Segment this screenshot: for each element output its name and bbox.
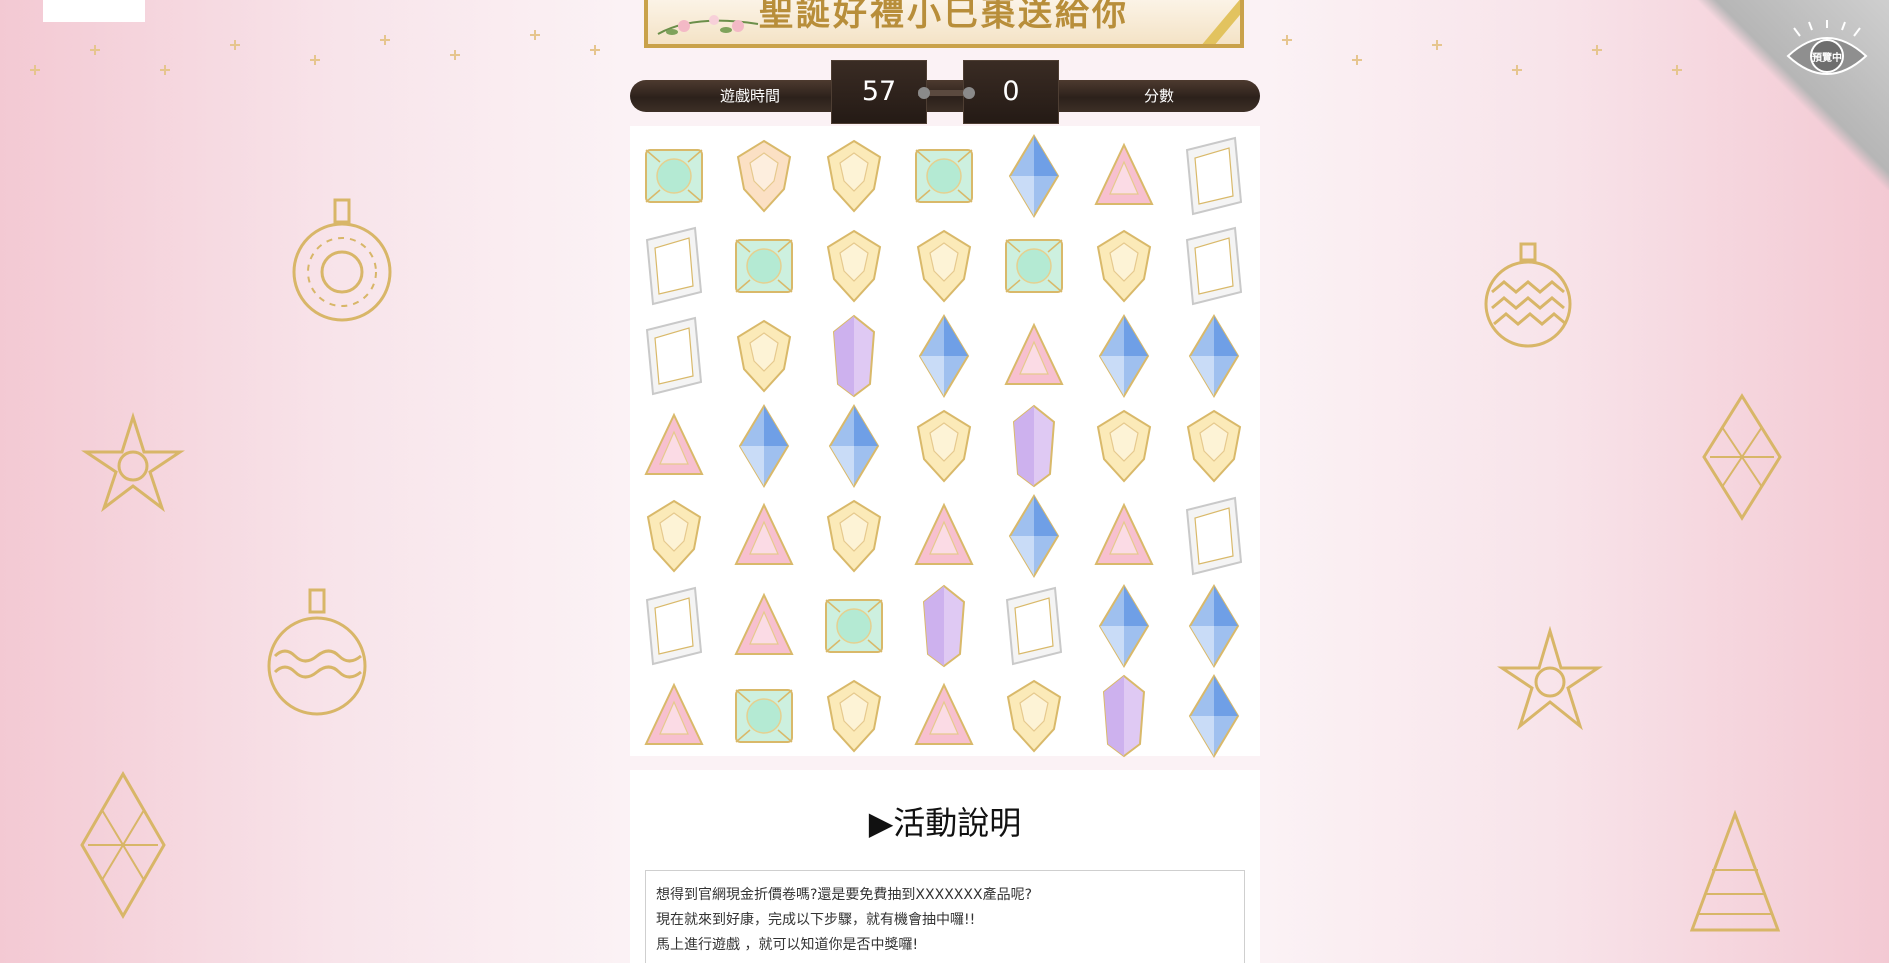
score-label: 分數 [1144, 87, 1175, 105]
banner-title: 聖誕好禮小巳棗送給你 [759, 0, 1129, 34]
green-square-gem[interactable] [998, 224, 1070, 308]
pink-triangle-gem[interactable] [908, 494, 980, 578]
yellow-hexagon-gem[interactable] [818, 494, 890, 578]
pink-triangle-gem[interactable] [908, 674, 980, 758]
blue-diamond-gem[interactable] [908, 314, 980, 398]
preview-badge: 預覽中 [1782, 20, 1872, 92]
purple-crystal-gem[interactable] [998, 404, 1070, 488]
green-square-gem[interactable] [908, 134, 980, 218]
blue-diamond-gem[interactable] [1178, 584, 1250, 668]
activity-info: ▶活動說明 想得到官網現金折價卷嗎?還是要免費抽到XXXXXXX產品呢? 現在就… [630, 770, 1260, 963]
gem-grid [638, 126, 1268, 758]
pink-triangle-gem[interactable] [638, 674, 710, 758]
pink-triangle-gem[interactable] [638, 404, 710, 488]
diamond-ornament-icon [78, 770, 168, 920]
white-rhombus-gem[interactable] [638, 584, 710, 668]
snowflake-garland-icon [10, 10, 620, 100]
activity-line: 馬上進行遊戲 ，就可以知道你是否中獎囉! [656, 937, 919, 953]
activity-description-box: 想得到官網現金折價卷嗎?還是要免費抽到XXXXXXX產品呢? 現在就來到好康，完… [645, 870, 1245, 963]
green-square-gem[interactable] [638, 134, 710, 218]
blue-diamond-gem[interactable] [1088, 314, 1160, 398]
white-rhombus-gem[interactable] [1178, 134, 1250, 218]
game-column: 聖誕好禮小巳棗送給你 遊戲時間 57 0 分數 ▶活動說明 想得到官網現金折價卷… [630, 0, 1260, 963]
activity-line: 現在就來到好康，完成以下步驟，就有機會抽中囉!! [656, 912, 976, 928]
peach-hexagon-gem[interactable] [728, 134, 800, 218]
ornament-ball-icon [265, 586, 369, 722]
yellow-hexagon-gem[interactable] [1088, 404, 1160, 488]
yellow-hexagon-gem[interactable] [1088, 224, 1160, 308]
white-rhombus-gem[interactable] [998, 584, 1070, 668]
ornament-ball-icon [1482, 242, 1574, 350]
blue-diamond-gem[interactable] [1178, 314, 1250, 398]
purple-crystal-gem[interactable] [1088, 674, 1160, 758]
white-rhombus-gem[interactable] [1178, 494, 1250, 578]
pink-triangle-gem[interactable] [1088, 134, 1160, 218]
green-square-gem[interactable] [818, 584, 890, 668]
yellow-hexagon-gem[interactable] [1178, 404, 1250, 488]
pink-triangle-gem[interactable] [1088, 494, 1160, 578]
gem-board [630, 126, 1260, 758]
pink-triangle-gem[interactable] [728, 584, 800, 668]
star-ornament-icon [1494, 626, 1606, 738]
snowflake-garland-icon [1262, 10, 1742, 100]
yellow-hexagon-gem[interactable] [818, 224, 890, 308]
white-rhombus-gem[interactable] [638, 224, 710, 308]
star-ornament-icon [78, 412, 188, 522]
yellow-hexagon-gem[interactable] [908, 404, 980, 488]
purple-crystal-gem[interactable] [818, 314, 890, 398]
diamond-ornament-icon [1700, 392, 1784, 522]
activity-line: 想得到官網現金折價卷嗎?還是要免費抽到XXXXXXX產品呢? [656, 887, 1032, 903]
score-value: 0 [1002, 76, 1020, 107]
blue-diamond-gem[interactable] [1178, 674, 1250, 758]
green-square-gem[interactable] [728, 224, 800, 308]
green-square-gem[interactable] [728, 674, 800, 758]
blue-diamond-gem[interactable] [728, 404, 800, 488]
yellow-hexagon-gem[interactable] [818, 674, 890, 758]
pink-triangle-gem[interactable] [728, 494, 800, 578]
yellow-hexagon-gem[interactable] [728, 314, 800, 398]
time-value: 57 [861, 76, 897, 107]
blue-diamond-gem[interactable] [818, 404, 890, 488]
yellow-hexagon-gem[interactable] [908, 224, 980, 308]
white-rhombus-gem[interactable] [638, 314, 710, 398]
yellow-hexagon-gem[interactable] [998, 674, 1070, 758]
blue-diamond-gem[interactable] [998, 134, 1070, 218]
activity-title: ▶活動說明 [868, 804, 1022, 842]
score-bar: 遊戲時間 57 0 分數 [630, 60, 1260, 126]
ornament-ball-icon [290, 196, 394, 336]
yellow-hexagon-gem[interactable] [638, 494, 710, 578]
pink-triangle-gem[interactable] [998, 314, 1070, 398]
banner: 聖誕好禮小巳棗送給你 [644, 0, 1244, 48]
blue-diamond-gem[interactable] [1088, 584, 1160, 668]
time-label: 遊戲時間 [720, 87, 781, 105]
yellow-hexagon-gem[interactable] [818, 134, 890, 218]
blue-diamond-gem[interactable] [998, 494, 1070, 578]
tree-ornament-icon [1688, 810, 1782, 934]
purple-crystal-gem[interactable] [908, 584, 980, 668]
white-rhombus-gem[interactable] [1178, 224, 1250, 308]
preview-badge-label: 預覽中 [1812, 52, 1842, 64]
